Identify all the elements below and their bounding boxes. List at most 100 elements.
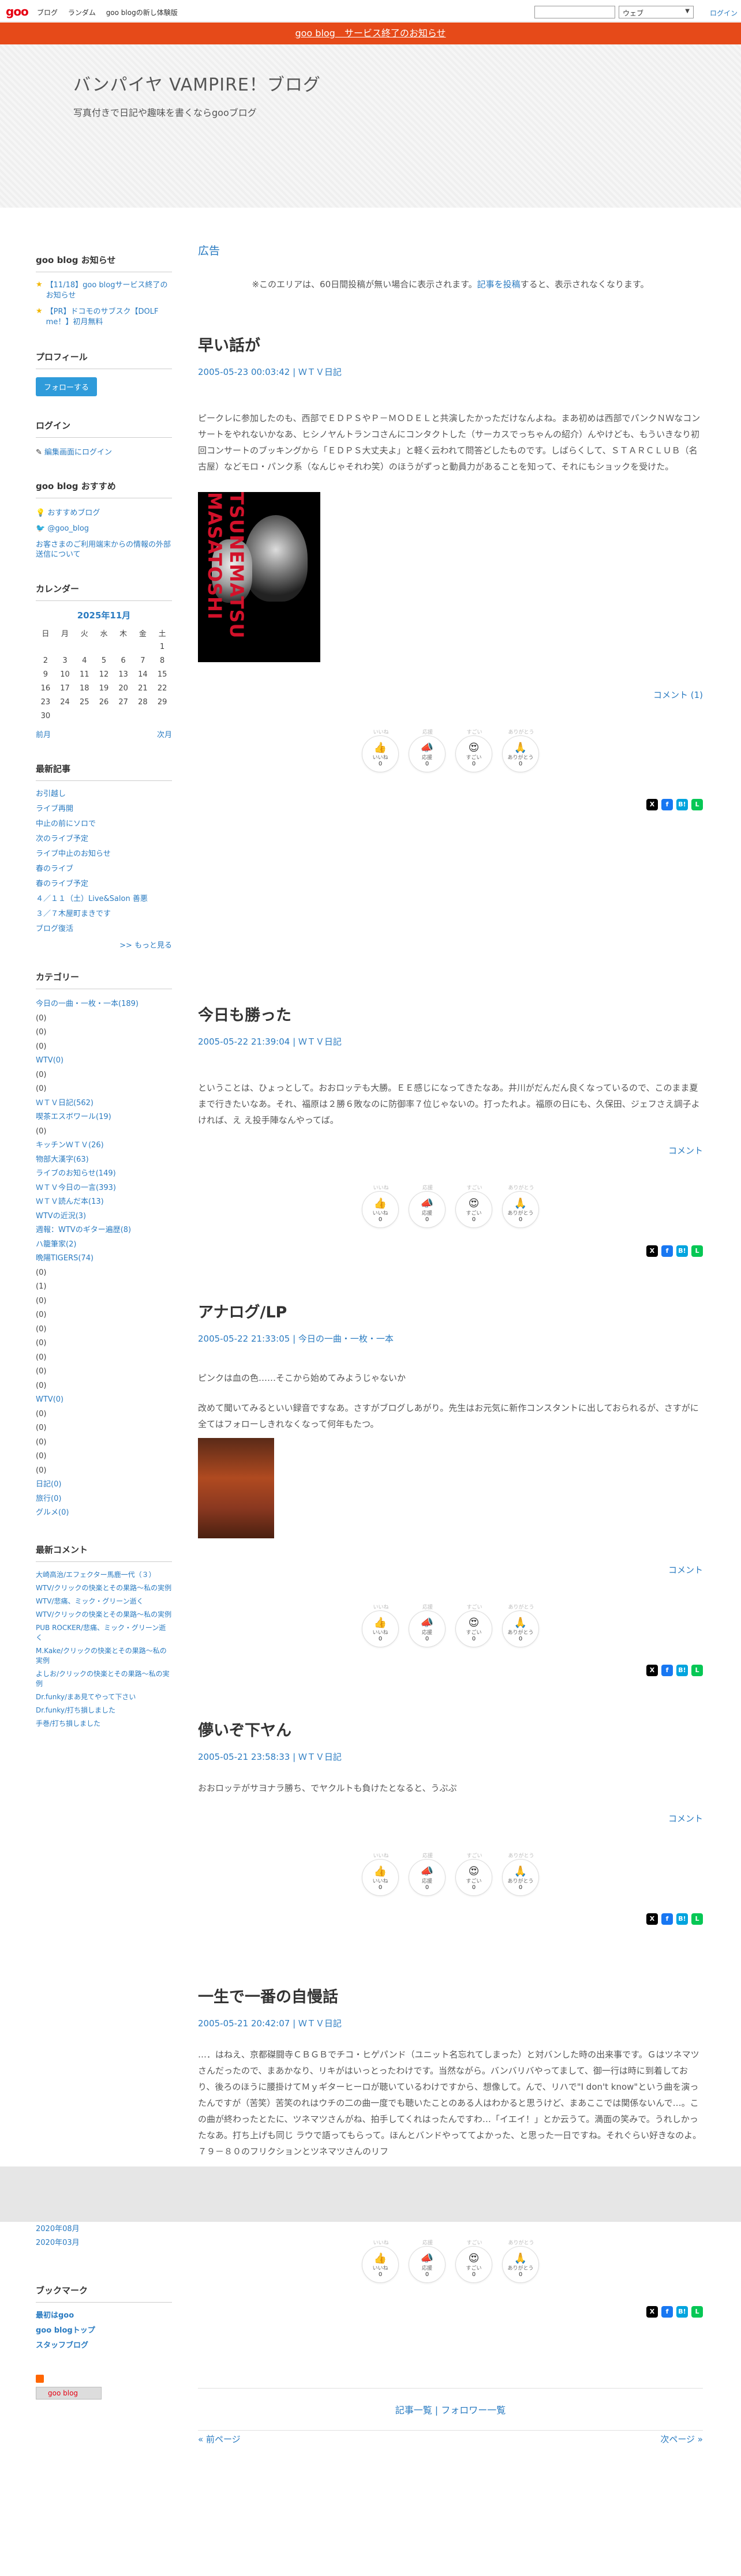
great-button[interactable]: すごい 😍 すごい 0 <box>455 1185 492 1228</box>
bookmark-link[interactable]: goo blogトップ <box>36 2326 172 2335</box>
comment-link[interactable]: Dr.funky/まあ見てやって下さい <box>36 1692 172 1702</box>
category-link[interactable]: WTV(0) <box>36 1393 172 1407</box>
cheer-button[interactable]: 応援 📣 応援 0 <box>409 1185 446 1228</box>
category-link[interactable]: 物部大漢字(63) <box>36 1153 172 1167</box>
category-link[interactable]: (0) <box>36 1012 172 1026</box>
category-link[interactable]: (0) <box>36 1125 172 1139</box>
category-link[interactable]: WTV(0) <box>36 1054 172 1068</box>
hatena-share-icon[interactable]: B! <box>676 1913 688 1925</box>
category-link[interactable]: 日記(0) <box>36 1478 172 1492</box>
category-link[interactable]: 喫茶エスボワール(19) <box>36 1110 172 1125</box>
post-category-link[interactable]: ＷＴＶ日記 <box>298 1037 342 1047</box>
post-title[interactable]: 一生で一番の自慢話 <box>198 1984 703 2007</box>
post-photo[interactable] <box>198 1438 274 1538</box>
category-link[interactable]: (0) <box>36 1026 172 1040</box>
comment-link[interactable]: PUB ROCKER/悲痛、ミック・グリーン逝く <box>36 1623 172 1643</box>
facebook-share-icon[interactable]: f <box>661 1665 673 1676</box>
great-button[interactable]: すごい 😍 すごい 0 <box>455 730 492 772</box>
category-link[interactable]: ライブのお知らせ(149) <box>36 1167 172 1181</box>
post-category-link[interactable]: ＷＴＶ日記 <box>298 1752 342 1762</box>
cheer-button[interactable]: 応援 📣 応援 0 <box>409 1605 446 1647</box>
like-button[interactable]: いいね 👍 いいね 0 <box>362 1185 399 1228</box>
great-button[interactable]: すごい 😍 すごい 0 <box>455 2240 492 2283</box>
category-link[interactable]: 今日の一曲・一枚・一本(189) <box>36 997 172 1012</box>
great-button[interactable]: すごい 😍 すごい 0 <box>455 1853 492 1896</box>
calendar-month[interactable]: 2025年11月 <box>36 609 172 621</box>
category-link[interactable]: ハ籠筆家(2) <box>36 1238 172 1252</box>
thanks-button[interactable]: ありがとう 🙏 ありがとう 0 <box>502 1185 539 1228</box>
nav-new-experience[interactable]: goo blogの新し体験版 <box>106 9 178 17</box>
cheer-button[interactable]: 応援 📣 応援 0 <box>409 1853 446 1896</box>
recent-post-link[interactable]: お引越し <box>36 789 172 799</box>
post-title[interactable]: アナログ/LP <box>198 1300 703 1322</box>
category-link[interactable]: ＷＴＶ日記(562) <box>36 1097 172 1111</box>
post-category-link[interactable]: ＷＴＶ日記 <box>298 2018 342 2029</box>
calendar-next-link[interactable]: 次月 <box>157 729 172 739</box>
category-link[interactable]: (0) <box>36 1421 172 1436</box>
nav-random[interactable]: ランダム <box>68 9 96 17</box>
service-end-notice[interactable]: goo blog サービス終了のお知らせ <box>0 22 741 44</box>
like-button[interactable]: いいね 👍 いいね 0 <box>362 1605 399 1647</box>
hatena-share-icon[interactable]: B! <box>676 2306 688 2318</box>
comment-link[interactable]: よしお/クリックの快楽とその果路〜私の実例 <box>36 1669 172 1689</box>
category-link[interactable]: (0) <box>36 1068 172 1083</box>
recent-post-link[interactable]: 中止の前にソロで <box>36 819 172 829</box>
category-link[interactable]: (0) <box>36 1266 172 1281</box>
category-link[interactable]: (0) <box>36 1040 172 1054</box>
great-button[interactable]: すごい 😍 すごい 0 <box>455 1605 492 1647</box>
post-category-link[interactable]: 今日の一曲・一枚・一本 <box>298 1334 394 1344</box>
comment-link[interactable]: 手巻/打ち損しました <box>36 1719 172 1729</box>
comment-link[interactable]: Dr.funky/打ち損しました <box>36 1706 172 1715</box>
comment-count-link[interactable]: コメント (1) <box>198 689 703 701</box>
facebook-share-icon[interactable]: f <box>661 799 673 810</box>
category-link[interactable]: 週報：WTVのギター遍歴(8) <box>36 1223 172 1238</box>
recent-post-link[interactable]: ライブ中止のお知らせ <box>36 849 172 859</box>
hatena-share-icon[interactable]: B! <box>676 799 688 810</box>
category-link[interactable]: (0) <box>36 1294 172 1309</box>
recent-post-link[interactable]: 春のライブ <box>36 864 172 874</box>
line-share-icon[interactable]: L <box>691 1913 703 1925</box>
calendar-prev-link[interactable]: 前月 <box>36 729 51 739</box>
thanks-button[interactable]: ありがとう 🙏 ありがとう 0 <box>502 1605 539 1647</box>
bookmark-link[interactable]: 最初はgoo <box>36 2311 172 2320</box>
line-share-icon[interactable]: L <box>691 799 703 810</box>
x-share-icon[interactable]: X <box>646 1913 658 1925</box>
recent-post-link[interactable]: 春のライブ予定 <box>36 879 172 889</box>
goo-logo[interactable]: goo <box>6 5 29 18</box>
hatena-share-icon[interactable]: B! <box>676 1665 688 1676</box>
category-link[interactable]: (0) <box>36 1450 172 1464</box>
recent-post-link[interactable]: ４／１１（土）Live&Salon 善悪 <box>36 894 172 904</box>
comment-link[interactable]: M.Kake/クリックの快楽とその果路〜私の実例 <box>36 1646 172 1666</box>
comment-link[interactable]: WTV/クリックの快楽とその果路〜私の実例 <box>36 1610 172 1620</box>
post-article-link[interactable]: 記事を投稿 <box>477 279 521 290</box>
category-link[interactable]: (0) <box>36 1365 172 1379</box>
line-share-icon[interactable]: L <box>691 1245 703 1257</box>
archive-link[interactable]: 2020年03月 <box>36 2236 172 2250</box>
follow-button[interactable]: フォローする <box>36 377 98 396</box>
rss-icon[interactable] <box>36 2375 44 2383</box>
login-link[interactable]: ログイン <box>710 8 738 18</box>
line-share-icon[interactable]: L <box>691 1665 703 1676</box>
category-link[interactable]: (0) <box>36 1323 172 1337</box>
post-title[interactable]: 儚いぞ下ヤん <box>198 1718 703 1740</box>
thanks-button[interactable]: ありがとう 🙏 ありがとう 0 <box>502 2240 539 2283</box>
like-button[interactable]: いいね 👍 いいね 0 <box>362 1853 399 1896</box>
notice-item[interactable]: 【PR】ドコモのサブスク【DOLF me！】初月無料 <box>46 307 172 328</box>
recent-more-link[interactable]: >> もっと見る <box>119 941 172 950</box>
category-link[interactable]: (0) <box>36 1308 172 1323</box>
thanks-button[interactable]: ありがとう 🙏 ありがとう 0 <box>502 1853 539 1896</box>
category-link[interactable]: グルメ(0) <box>36 1506 172 1520</box>
prev-page-link[interactable]: « 前ページ <box>198 2434 241 2444</box>
recent-post-link[interactable]: ライブ再開 <box>36 804 172 814</box>
archive-link[interactable]: 2020年08月 <box>36 2222 172 2236</box>
category-link[interactable]: 晩陽TIGERS(74) <box>36 1252 172 1266</box>
x-share-icon[interactable]: X <box>646 799 658 810</box>
category-link[interactable]: ＷＴＶ読んだ本(13) <box>36 1195 172 1210</box>
notice-item[interactable]: 【11/18】goo blogサービス終了のお知らせ <box>46 280 172 301</box>
search-engine-select[interactable]: ウェブ ▼ <box>619 6 694 18</box>
category-link[interactable]: (0) <box>36 1351 172 1365</box>
category-link[interactable]: 旅行(0) <box>36 1492 172 1507</box>
x-share-icon[interactable]: X <box>646 1245 658 1257</box>
recommend-blogs-link[interactable]: おすすめブログ <box>47 509 100 517</box>
post-title[interactable]: 今日も勝った <box>198 1002 703 1025</box>
